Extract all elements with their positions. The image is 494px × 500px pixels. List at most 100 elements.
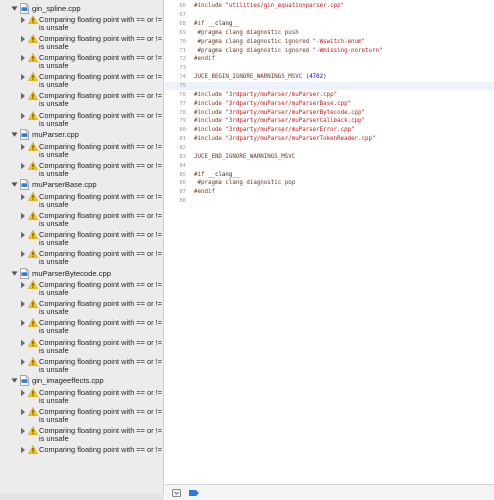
code-line[interactable]: 70 #pragma clang diagnostic ignored "-Ws… bbox=[165, 37, 494, 46]
code-line[interactable]: 76 #include "3rdparty/muParser/muParser.c… bbox=[165, 91, 494, 100]
issue-item[interactable]: Comparing floating point with == or != is… bbox=[0, 387, 163, 405]
issue-message-continuation: is unsafe bbox=[39, 345, 69, 355]
chevron-right-icon[interactable] bbox=[20, 281, 26, 289]
issue-item[interactable]: Comparing floating point with == or != is… bbox=[0, 425, 163, 443]
code-line[interactable]: 68 #if __clang__ bbox=[165, 20, 494, 29]
warning-triangle-icon bbox=[28, 425, 38, 435]
issue-item[interactable]: Comparing floating point with == or != is… bbox=[0, 33, 163, 51]
code-line[interactable]: 82 bbox=[165, 144, 494, 153]
chevron-right-icon[interactable] bbox=[20, 427, 26, 435]
warning-triangle-icon bbox=[28, 445, 38, 454]
code-line[interactable]: 73 bbox=[165, 64, 494, 73]
issue-group-file[interactable]: muParserBase.cpp bbox=[0, 179, 163, 191]
chevron-right-icon[interactable] bbox=[20, 339, 26, 347]
code-line[interactable]: 71 #pragma clang diagnostic ignored "-Wm… bbox=[165, 46, 494, 55]
issue-item[interactable]: Comparing floating point with == or != is… bbox=[0, 406, 163, 424]
code-line[interactable]: 87 #endif bbox=[165, 188, 494, 197]
code-line[interactable]: 84 bbox=[165, 161, 494, 170]
chevron-right-icon[interactable] bbox=[20, 358, 26, 366]
issue-item[interactable]: Comparing floating point with == or != is… bbox=[0, 14, 163, 32]
issue-message-continuation: is unsafe bbox=[39, 149, 69, 159]
code-token: JUCE_END_IGNORE_WARNINGS_MSVC bbox=[194, 153, 296, 160]
issue-item[interactable]: Comparing floating point with == or != is… bbox=[0, 337, 163, 355]
disclosure-triangle-icon[interactable] bbox=[9, 376, 19, 386]
warning-triangle-icon bbox=[28, 249, 38, 258]
issue-item[interactable]: Comparing floating point with == or != is… bbox=[0, 298, 163, 316]
line-number: 80 bbox=[179, 127, 186, 134]
chevron-right-icon[interactable] bbox=[20, 143, 26, 151]
code-line[interactable]: 67 bbox=[165, 11, 494, 20]
issue-item[interactable]: Comparing floating point with == or != is… bbox=[0, 52, 163, 70]
issue-item[interactable]: Comparing floating point with == or != is… bbox=[0, 141, 163, 159]
chevron-right-icon[interactable] bbox=[20, 212, 26, 220]
issue-item[interactable]: Comparing floating point with == or != is… bbox=[0, 110, 163, 128]
chevron-right-icon[interactable] bbox=[20, 319, 26, 327]
warning-triangle-icon bbox=[28, 356, 38, 366]
code-text: #pragma clang diagnostic ignored "-Wmiss… bbox=[194, 48, 382, 54]
chevron-right-icon[interactable] bbox=[20, 73, 26, 81]
code-line[interactable]: 86 #pragma clang diagnostic pop bbox=[165, 179, 494, 188]
issue-message-continuation: is unsafe bbox=[39, 433, 69, 443]
chevron-right-icon[interactable] bbox=[20, 112, 26, 120]
issue-item[interactable]: Comparing floating point with == or != is… bbox=[0, 160, 163, 178]
issue-group-file[interactable]: gin_spline.cpp bbox=[0, 2, 163, 14]
chevron-right-icon[interactable] bbox=[20, 35, 26, 43]
code-line[interactable]: 80 #include "3rdparty/muParser/muParserEr… bbox=[165, 126, 494, 135]
chevron-right-icon[interactable] bbox=[20, 16, 26, 24]
issue-item[interactable]: Comparing floating point with == or != is… bbox=[0, 210, 163, 228]
warning-triangle-icon bbox=[28, 53, 38, 63]
issue-item[interactable]: Comparing floating point with == or != is… bbox=[0, 317, 163, 335]
disclosure-triangle-icon[interactable] bbox=[9, 268, 19, 278]
editor-debug-bar bbox=[165, 484, 494, 500]
code-line[interactable]: 78 #include "3rdparty/muParser/muParserBy… bbox=[165, 108, 494, 117]
disclosure-triangle-icon[interactable] bbox=[9, 130, 19, 140]
code-token: JUCE_BEGIN_IGNORE_WARNINGS_MSVC bbox=[194, 74, 303, 81]
issue-group-file[interactable]: muParser.cpp bbox=[0, 129, 163, 141]
line-number: 76 bbox=[179, 91, 186, 98]
issue-group-file[interactable]: gin_imageeffects.cpp bbox=[0, 375, 163, 387]
issue-group-filename: muParserBase.cpp bbox=[32, 180, 97, 190]
chevron-right-icon[interactable] bbox=[20, 162, 26, 170]
code-token: #include bbox=[194, 100, 226, 107]
breakpoint-icon[interactable] bbox=[189, 488, 199, 497]
code-line[interactable]: 77 #include "3rdparty/muParser/muParserBa… bbox=[165, 99, 494, 108]
disclosure-triangle-icon[interactable] bbox=[9, 180, 19, 190]
issue-item[interactable]: Comparing floating point with == or != is… bbox=[0, 71, 163, 89]
chevron-right-icon[interactable] bbox=[20, 300, 26, 308]
code-text: #if __clang__ bbox=[194, 172, 239, 178]
source-editor[interactable]: 66 #include "utilities/gin_equationparser… bbox=[165, 0, 494, 484]
issue-message-continuation: is unsafe bbox=[39, 99, 69, 109]
issue-item[interactable]: Comparing floating point with == or != is… bbox=[0, 229, 163, 247]
chevron-right-icon[interactable] bbox=[20, 193, 26, 201]
issue-item[interactable]: Comparing floating point with == or != is… bbox=[0, 248, 163, 266]
line-number: 79 bbox=[179, 118, 186, 125]
disclosure-triangle-icon[interactable] bbox=[9, 3, 19, 13]
code-line[interactable]: 75 bbox=[165, 81, 494, 91]
issue-item[interactable]: Comparing floating point with == or != is… bbox=[0, 279, 163, 297]
issue-item[interactable]: Comparing floating point with == or != is… bbox=[0, 356, 163, 374]
code-token: #pragma clang diagnostic ignored bbox=[194, 38, 313, 45]
code-token: #include bbox=[194, 3, 226, 10]
line-number: 86 bbox=[179, 180, 186, 187]
issue-group-file[interactable]: muParserBytecode.cpp bbox=[0, 267, 163, 279]
code-line[interactable]: 81 #include "3rdparty/muParser/muParserTo… bbox=[165, 135, 494, 144]
chevron-right-icon[interactable] bbox=[20, 54, 26, 62]
code-line[interactable]: 79 #include "3rdparty/muParser/muParserCa… bbox=[165, 117, 494, 126]
code-line[interactable]: 72 #endif bbox=[165, 55, 494, 64]
chevron-right-icon[interactable] bbox=[20, 408, 26, 416]
code-line[interactable]: 88 bbox=[165, 197, 494, 206]
issue-item[interactable]: Comparing floating point with == or != bbox=[0, 444, 163, 462]
filter-icon[interactable] bbox=[171, 488, 181, 497]
code-line[interactable]: 69 #pragma clang diagnostic push bbox=[165, 29, 494, 38]
chevron-right-icon[interactable] bbox=[20, 250, 26, 258]
issue-item[interactable]: Comparing floating point with == or != is… bbox=[0, 90, 163, 109]
issue-item[interactable]: Comparing floating point with == or != is… bbox=[0, 191, 163, 209]
code-line[interactable]: 66 #include "utilities/gin_equationparser… bbox=[165, 2, 494, 11]
chevron-right-icon[interactable] bbox=[20, 446, 26, 454]
code-line[interactable]: 85 #if __clang__ bbox=[165, 170, 494, 179]
chevron-right-icon[interactable] bbox=[20, 389, 26, 397]
code-line[interactable]: 83 JUCE_END_IGNORE_WARNINGS_MSVC bbox=[165, 152, 494, 161]
chevron-right-icon[interactable] bbox=[20, 92, 26, 100]
code-line[interactable]: 74 JUCE_BEGIN_IGNORE_WARNINGS_MSVC (4702) bbox=[165, 73, 494, 82]
chevron-right-icon[interactable] bbox=[20, 231, 26, 239]
